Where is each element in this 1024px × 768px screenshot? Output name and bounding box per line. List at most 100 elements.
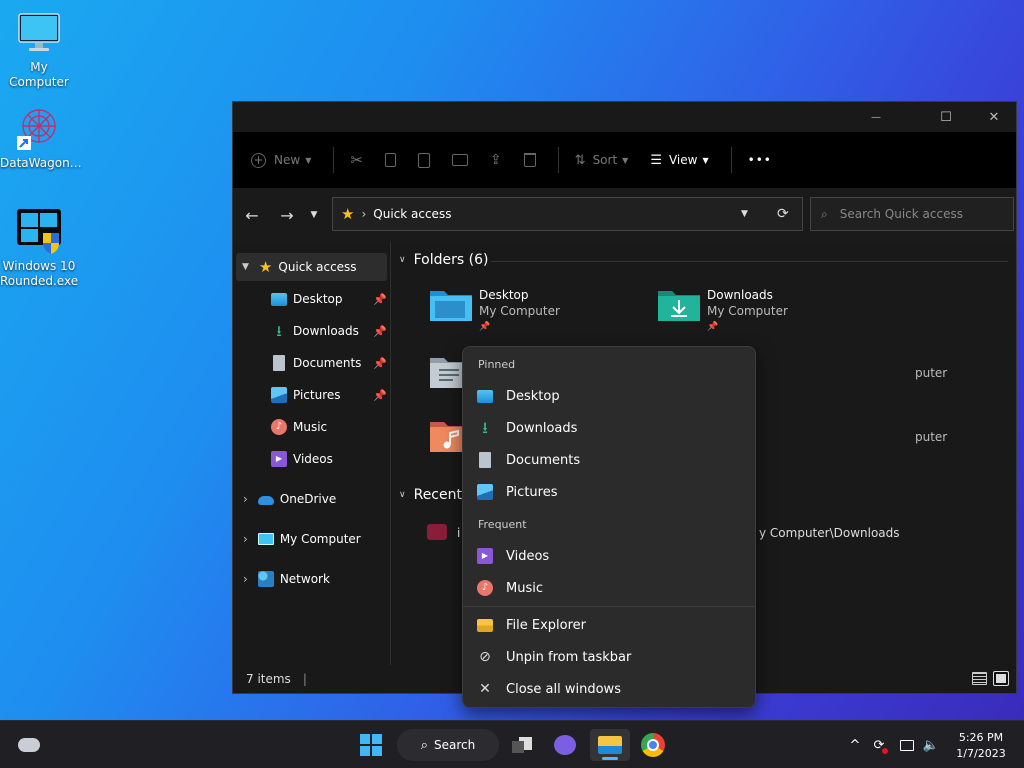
file-explorer-icon bbox=[477, 619, 493, 632]
sort-icon: ⇅ bbox=[574, 152, 586, 168]
taskbar-search-button[interactable]: ⌕ Search bbox=[397, 729, 499, 761]
recent-file-path: y Computer\Downloads bbox=[759, 526, 900, 540]
sidebar-item-label: Quick access bbox=[278, 260, 357, 274]
section-title: Folders (6) bbox=[413, 252, 489, 268]
sync-status-icon[interactable]: ⟳ bbox=[869, 735, 889, 755]
folder-tile-downloads[interactable]: Downloads My Computer 📌 bbox=[657, 287, 788, 335]
sidebar-item-my-computer[interactable]: › My Computer bbox=[243, 525, 388, 553]
sidebar-item-videos[interactable]: ▶ Videos bbox=[271, 445, 391, 473]
jumplist-item-label: Downloads bbox=[506, 420, 578, 436]
jumplist-action-file-explorer[interactable]: File Explorer bbox=[477, 612, 586, 638]
clock-date: 1/7/2023 bbox=[956, 747, 1006, 760]
search-icon: ⌕ bbox=[420, 737, 429, 753]
file-explorer-icon bbox=[598, 736, 622, 754]
address-dropdown-button[interactable]: ▼ bbox=[741, 209, 748, 219]
sidebar-item-label: Desktop bbox=[293, 292, 343, 306]
sidebar-item-label: OneDrive bbox=[279, 492, 337, 506]
recent-section-header[interactable]: ∨ Recent bbox=[399, 487, 462, 503]
star-icon: ★ bbox=[341, 205, 355, 223]
network-status-button[interactable] bbox=[897, 735, 917, 755]
folder-location: puter bbox=[915, 366, 948, 380]
folders-section-header[interactable]: ∨ Folders (6) bbox=[399, 252, 488, 268]
delete-button[interactable] bbox=[523, 144, 536, 176]
back-button[interactable]: ← bbox=[237, 200, 267, 230]
sidebar-item-label: Network bbox=[279, 572, 330, 586]
status-divider: | bbox=[302, 672, 307, 686]
recent-file-name: i bbox=[457, 526, 461, 540]
close-window-button[interactable]: ✕ bbox=[971, 102, 1017, 132]
teams-chat-button[interactable] bbox=[549, 729, 581, 761]
sidebar-item-label: Documents bbox=[293, 356, 362, 370]
clock[interactable]: 5:26 PM 1/7/2023 bbox=[950, 730, 1012, 762]
sidebar-item-downloads[interactable]: ⭳ Downloads 📌 bbox=[271, 317, 391, 345]
sidebar-item-pictures[interactable]: Pictures 📌 bbox=[271, 381, 391, 409]
view-button[interactable]: ☰ View ▼ bbox=[650, 144, 708, 176]
tiles-view-button[interactable] bbox=[993, 671, 1009, 686]
recent-locations-button[interactable]: ▼ bbox=[304, 200, 324, 230]
folder-location: puter bbox=[915, 430, 948, 444]
jumplist-item-desktop[interactable]: Desktop bbox=[477, 383, 560, 409]
sidebar-item-onedrive[interactable]: › OneDrive bbox=[243, 485, 388, 513]
new-button[interactable]: + New ▼ bbox=[251, 144, 311, 176]
view-label: View bbox=[668, 153, 698, 167]
widgets-button[interactable] bbox=[13, 729, 45, 761]
task-view-button[interactable] bbox=[506, 729, 538, 761]
jumplist-item-pictures[interactable]: Pictures bbox=[477, 479, 557, 505]
desktop-icon-windows-rounded[interactable]: Windows 10 Rounded.exe bbox=[0, 207, 78, 289]
jumplist-action-unpin[interactable]: ⊘ Unpin from taskbar bbox=[477, 644, 631, 670]
jumplist-item-downloads[interactable]: ⭳ Downloads bbox=[477, 415, 577, 441]
more-options-button[interactable]: ••• bbox=[748, 144, 772, 176]
jumplist-item-label: Pictures bbox=[506, 484, 558, 500]
paste-button[interactable] bbox=[417, 144, 430, 176]
view-icon: ☰ bbox=[650, 152, 662, 168]
windows-exe-icon bbox=[15, 207, 63, 255]
chevron-right-icon: › bbox=[243, 572, 248, 586]
arrow-left-icon: ← bbox=[245, 205, 259, 225]
rename-button[interactable] bbox=[451, 144, 468, 176]
folder-tile-desktop[interactable]: Desktop My Computer 📌 bbox=[429, 287, 560, 335]
section-divider bbox=[491, 261, 1008, 262]
file-explorer-taskbar-button[interactable] bbox=[590, 729, 630, 761]
sidebar-item-music[interactable]: ♪ Music bbox=[271, 413, 391, 441]
title-bar[interactable]: — ☐ ✕ bbox=[233, 102, 1016, 132]
copy-button[interactable] bbox=[384, 144, 396, 176]
folder-location: My Computer bbox=[479, 304, 560, 318]
refresh-button[interactable]: ⟳ bbox=[777, 206, 789, 222]
desktop-icon-my-computer[interactable]: My Computer bbox=[0, 8, 78, 90]
sort-button[interactable]: ⇅ Sort ▼ bbox=[575, 144, 629, 176]
new-label: New bbox=[274, 153, 301, 167]
pictures-icon bbox=[477, 484, 493, 500]
desktop-icon-label: DataWagon… bbox=[0, 156, 82, 170]
document-icon bbox=[479, 452, 491, 468]
download-icon: ⭳ bbox=[276, 322, 282, 340]
show-hidden-icons-button[interactable]: ^ bbox=[845, 735, 865, 755]
chevron-down-icon: ▼ bbox=[242, 262, 249, 272]
desktop-icon-datawagon[interactable]: DataWagon… bbox=[0, 104, 82, 171]
divider bbox=[333, 147, 335, 173]
sidebar-item-label: Music bbox=[293, 420, 328, 434]
maximize-button[interactable]: ☐ bbox=[923, 102, 969, 132]
taskbar-jump-list: Pinned Desktop ⭳ Downloads Documents Pic… bbox=[462, 346, 756, 708]
sidebar-item-desktop[interactable]: Desktop 📌 bbox=[271, 285, 391, 313]
sidebar-item-label: Videos bbox=[293, 452, 333, 466]
forward-button[interactable]: → bbox=[272, 200, 302, 230]
chrome-button[interactable] bbox=[637, 729, 669, 761]
jumplist-item-documents[interactable]: Documents bbox=[477, 447, 580, 473]
details-view-button[interactable] bbox=[972, 672, 987, 685]
search-box[interactable]: ⌕ Search Quick access bbox=[810, 197, 1014, 231]
jumplist-action-close-all[interactable]: ✕ Close all windows bbox=[477, 676, 621, 702]
sidebar-item-network[interactable]: › Network bbox=[243, 565, 388, 593]
minimize-button[interactable]: — bbox=[853, 102, 899, 132]
start-button[interactable] bbox=[355, 729, 387, 761]
jumplist-item-label: Desktop bbox=[506, 388, 560, 404]
share-button[interactable]: ⇪ bbox=[490, 144, 502, 176]
section-title: Recent bbox=[413, 487, 462, 503]
jumplist-item-videos[interactable]: ▶ Videos bbox=[477, 543, 549, 569]
address-bar[interactable]: ★ › Quick access ▼ ⟳ bbox=[332, 197, 803, 231]
cut-button[interactable]: ✂ bbox=[350, 144, 363, 176]
cut-icon: ✂ bbox=[350, 151, 363, 169]
sidebar-item-documents[interactable]: Documents 📌 bbox=[271, 349, 391, 377]
jumplist-item-music[interactable]: ♪ Music bbox=[477, 575, 543, 601]
sidebar-item-quick-access[interactable]: ▼ ★ Quick access bbox=[236, 253, 387, 281]
volume-button[interactable]: 🔈 bbox=[921, 735, 941, 755]
